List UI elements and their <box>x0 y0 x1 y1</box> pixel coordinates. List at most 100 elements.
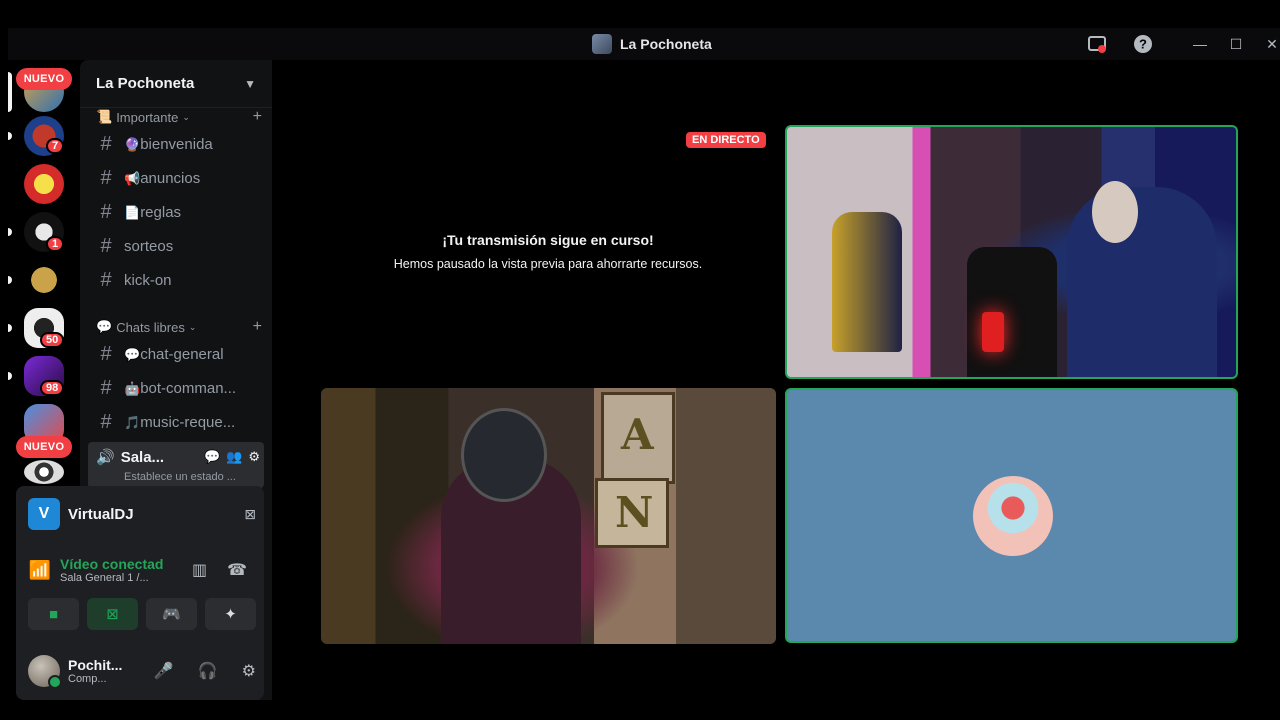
screen-share-icon: ⊠ <box>106 606 119 623</box>
user-name[interactable]: Pochit... <box>68 657 122 673</box>
category-label: Chats libres <box>116 319 185 335</box>
microphone-icon[interactable]: 🎤 <box>154 661 174 681</box>
speaker-icon: 🔊 <box>96 449 115 466</box>
channel-label: chat-general <box>140 345 224 363</box>
video-tile-streamer[interactable] <box>785 125 1238 379</box>
voice-channel-sala[interactable]: 🔊 Sala... 💬 👥 ⚙ Establece un estado ... <box>88 442 264 488</box>
audio-tile-participant[interactable] <box>785 388 1238 643</box>
sign-letter: A <box>621 410 654 459</box>
channel-music-requests[interactable]: # 🎵music-reque... <box>88 406 264 438</box>
disconnect-icon[interactable]: ☎ <box>227 560 247 580</box>
gear-icon[interactable]: ⚙ <box>248 449 260 465</box>
video-content <box>967 247 1057 377</box>
channel-bienvenida[interactable]: # 🔮bienvenida <box>88 128 264 160</box>
channel-bot-commands[interactable]: # 🤖bot-comman... <box>88 372 264 404</box>
chevron-down-icon: ▼ <box>244 76 256 91</box>
channel-label: anuncios <box>140 169 201 187</box>
video-content <box>982 312 1004 352</box>
server-i-icon[interactable] <box>24 460 64 484</box>
title-bar: La Pochoneta ? — ☐ ✕ <box>0 0 1280 60</box>
voice-status-hint[interactable]: Establece un estado ... <box>124 471 236 483</box>
inbox-icon[interactable] <box>1087 34 1107 54</box>
user-panel: V VirtualDJ ⊠ 📶 Vídeo conectad Sala Gene… <box>16 486 264 700</box>
screen-share-button[interactable]: ⊠ <box>87 598 138 630</box>
channel-reglas[interactable]: # 📄reglas <box>88 196 264 228</box>
signal-icon[interactable]: 📶 <box>28 560 52 581</box>
sign-letter: N <box>615 488 654 537</box>
voice-channel-label: Sala... <box>120 448 165 466</box>
server-e-icon[interactable] <box>24 260 64 300</box>
speech-bubble-icon: 💬 <box>124 346 141 362</box>
server-header[interactable]: La Pochoneta ▼ <box>80 60 272 108</box>
help-icon[interactable]: ? <box>1133 34 1153 54</box>
music-note-icon: 🎵 <box>124 414 141 430</box>
paused-subtitle: Hemos pausado la vista previa para ahorr… <box>393 257 703 271</box>
mention-badge: 98 <box>40 380 65 396</box>
scroll-icon: 📜 <box>96 109 113 124</box>
user-row: Pochit... Comp... 🎤 🎧 ⚙ <box>28 650 256 692</box>
hashtag-icon: # <box>100 376 112 399</box>
maximize-icon[interactable]: ☐ <box>1226 34 1246 54</box>
voice-actions: ■ ⊠ 🎮 ✦ <box>28 598 256 630</box>
speech-bubble-icon: 💬 <box>96 319 113 334</box>
new-badge: NUEVO <box>16 436 72 458</box>
mention-badge: 1 <box>46 236 65 252</box>
unread-pill <box>8 324 12 332</box>
mention-badge: 7 <box>46 138 65 154</box>
channel-sorteos[interactable]: # sorteos <box>88 230 264 262</box>
channel-label: bienvenida <box>140 135 213 153</box>
hashtag-icon: # <box>100 234 112 257</box>
new-badge: NUEVO <box>16 68 72 90</box>
noise-suppression-icon[interactable]: ▥ <box>192 560 207 580</box>
activities-button[interactable]: 🎮 <box>146 598 197 630</box>
video-content <box>832 212 902 352</box>
server-c-icon[interactable] <box>24 164 64 204</box>
voice-connection-status: 📶 Vídeo conectad Sala General 1 /... ▥ ☎ <box>28 550 256 590</box>
unread-pill <box>8 132 12 140</box>
robot-icon: 🤖 <box>124 380 141 396</box>
hashtag-icon: # <box>100 342 112 365</box>
minimize-icon[interactable]: — <box>1190 34 1210 54</box>
hashtag-icon: # <box>100 200 112 223</box>
soundboard-button[interactable]: ✦ <box>205 598 256 630</box>
server-name: La Pochoneta <box>96 75 195 92</box>
live-badge: EN DIRECTO <box>686 132 766 148</box>
hashtag-icon: # <box>100 166 112 189</box>
megaphone-icon: 📢 <box>124 170 141 186</box>
unread-pill <box>8 228 12 236</box>
gear-icon[interactable]: ⚙ <box>242 661 256 681</box>
headphones-icon[interactable]: 🎧 <box>198 661 218 681</box>
voice-location-text[interactable]: Sala General 1 /... <box>60 572 172 584</box>
channel-kick-on[interactable]: # kick-on <box>88 264 264 296</box>
avatar[interactable] <box>28 655 62 689</box>
add-channel-icon[interactable]: + <box>253 108 262 126</box>
paused-title: ¡Tu transmisión sigue en curso! <box>442 232 654 248</box>
video-tile-participant[interactable]: A N <box>321 388 776 644</box>
unread-pill <box>8 276 12 284</box>
chat-bubble-icon[interactable]: 💬 <box>204 449 220 465</box>
channel-label: bot-comman... <box>140 379 237 397</box>
video-content <box>1067 187 1217 377</box>
channel-chat-general[interactable]: # 💬chat-general <box>88 338 264 370</box>
channel-label: music-reque... <box>140 413 236 431</box>
astronaut-avatar-icon <box>973 476 1053 556</box>
channel-label: sorteos <box>124 237 174 255</box>
close-icon[interactable]: ✕ <box>1262 34 1280 54</box>
category-chats-libres[interactable]: 💬 Chats libres ⌄ + <box>96 318 262 336</box>
chevron-down-icon: ⌄ <box>182 111 190 122</box>
camera-icon: ■ <box>48 605 59 623</box>
invite-icon[interactable]: 👥 <box>226 449 242 465</box>
document-icon: 📄 <box>124 204 141 220</box>
window-title: La Pochoneta <box>620 36 712 52</box>
channel-anuncios[interactable]: # 📢anuncios <box>88 162 264 194</box>
camera-button[interactable]: ■ <box>28 598 79 630</box>
unread-pill <box>8 372 12 380</box>
window-title-group: La Pochoneta <box>592 34 712 54</box>
add-channel-icon[interactable]: + <box>253 318 262 336</box>
soundboard-icon: ✦ <box>224 606 237 623</box>
stop-stream-icon[interactable]: ⊠ <box>244 506 256 523</box>
selected-pill <box>8 72 12 112</box>
category-important[interactable]: 📜 Importante ⌄ + <box>96 108 262 126</box>
activity-name: VirtualDJ <box>68 505 134 523</box>
hashtag-icon: # <box>100 268 112 291</box>
